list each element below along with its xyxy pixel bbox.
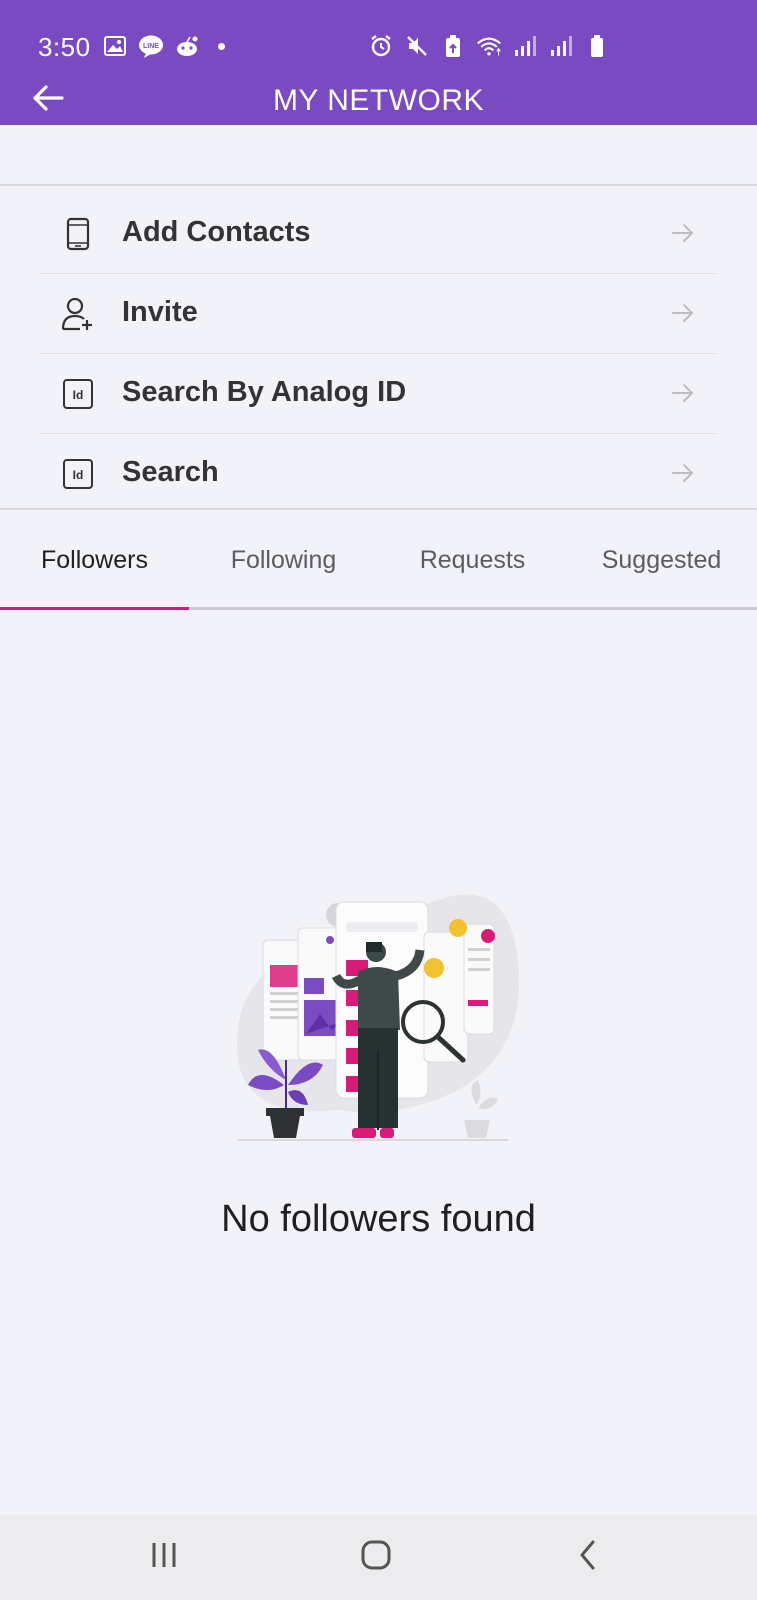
menu-item-add-contacts[interactable]: Add Contacts	[40, 194, 716, 274]
notification-dot-icon	[218, 42, 225, 50]
home-icon	[360, 1539, 392, 1576]
empty-state-illustration	[228, 880, 528, 1170]
menu-item-label: Search By Analog ID	[122, 376, 407, 408]
tab-suggested[interactable]: Suggested	[567, 510, 756, 610]
arrow-right-icon	[670, 300, 696, 326]
add-user-icon	[60, 296, 96, 332]
reddit-icon	[174, 33, 200, 59]
empty-state-message: No followers found	[221, 1198, 536, 1240]
back-icon	[576, 1539, 600, 1576]
status-bar: 3:50 LINE	[0, 0, 757, 90]
menu-item-label: Search	[122, 456, 219, 488]
tab-followers[interactable]: Followers	[0, 510, 189, 610]
tab-following[interactable]: Following	[189, 510, 378, 610]
recent-apps-button[interactable]	[134, 1534, 194, 1580]
active-tab-indicator	[0, 607, 189, 610]
network-actions-menu: Add Contacts Invite Id Search By Analog …	[0, 184, 757, 510]
arrow-right-icon	[670, 460, 696, 486]
battery-icon	[584, 33, 610, 59]
system-back-button[interactable]	[558, 1534, 618, 1580]
phone-icon	[60, 216, 96, 252]
battery-saver-icon	[440, 33, 466, 59]
alarm-icon	[368, 33, 394, 59]
mute-icon	[404, 33, 430, 59]
menu-item-search-by-analog-id[interactable]: Id Search By Analog ID	[40, 354, 716, 434]
svg-text:Id: Id	[73, 388, 84, 402]
id-card-icon: Id	[60, 456, 96, 492]
svg-text:Id: Id	[73, 468, 84, 482]
recent-apps-icon	[149, 1541, 179, 1574]
menu-item-search[interactable]: Id Search	[40, 434, 716, 514]
image-icon	[102, 33, 128, 59]
arrow-right-icon	[670, 380, 696, 406]
menu-item-label: Invite	[122, 296, 198, 328]
network-tabs: Followers Following Requests Suggested	[0, 510, 757, 610]
svg-text:LINE: LINE	[143, 43, 159, 50]
line-app-icon: LINE	[138, 33, 164, 59]
status-time: 3:50	[38, 32, 91, 62]
signal-icon-2	[548, 33, 574, 59]
id-card-icon: Id	[60, 376, 96, 412]
arrow-right-icon	[670, 220, 696, 246]
tab-requests[interactable]: Requests	[378, 510, 567, 610]
system-nav-bar	[0, 1514, 757, 1600]
status-right-icons	[368, 33, 610, 59]
wifi-icon	[476, 33, 502, 59]
app-header: 3:50 LINE MY NETWORK	[0, 0, 757, 125]
menu-item-invite[interactable]: Invite	[40, 274, 716, 354]
page-title: MY NETWORK	[272, 84, 485, 117]
status-left-icons: LINE	[102, 33, 225, 59]
home-button[interactable]	[346, 1534, 406, 1580]
menu-item-label: Add Contacts	[122, 216, 311, 248]
signal-icon	[512, 33, 538, 59]
